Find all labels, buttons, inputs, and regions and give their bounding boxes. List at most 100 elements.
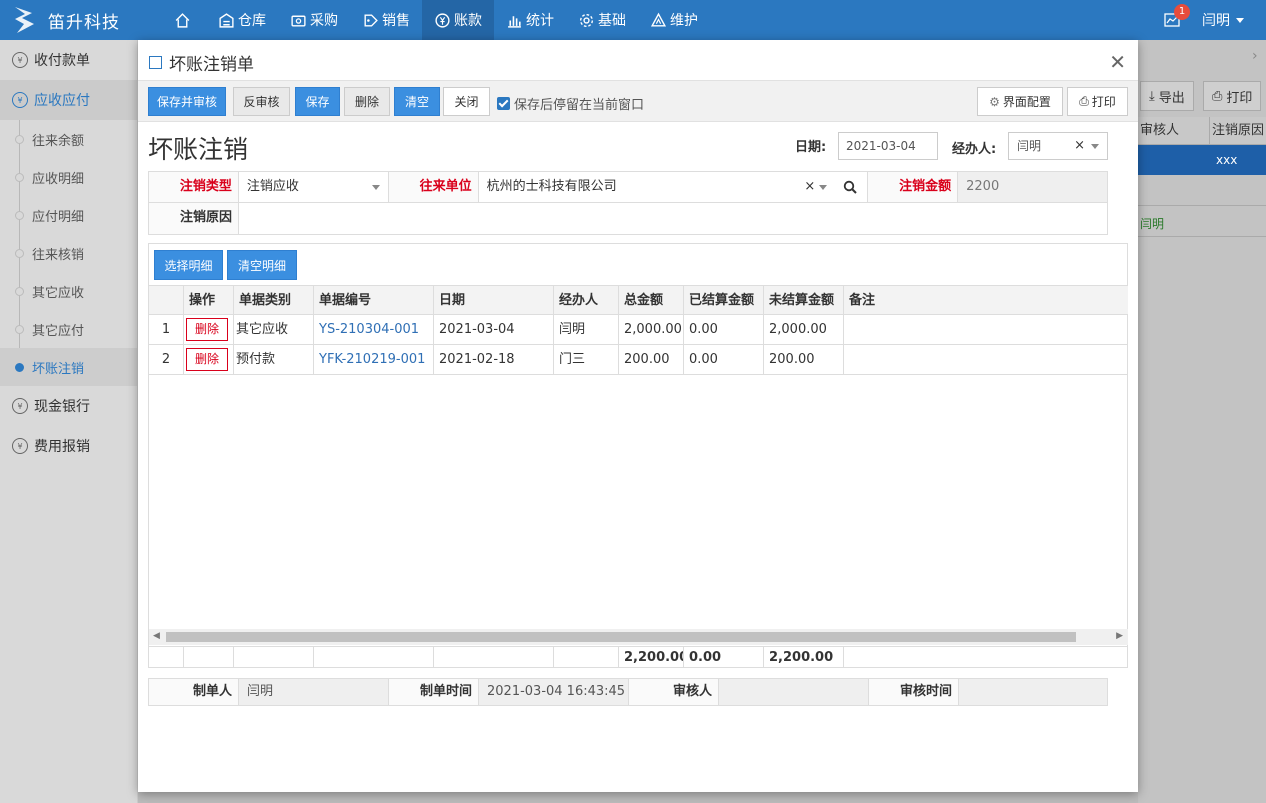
handler-select[interactable]: 闫明 × — [1008, 132, 1108, 160]
row-delete-button[interactable]: 删除 — [186, 318, 229, 341]
yen-icon: ¥ — [12, 92, 28, 108]
brand-name: 笛升科技 — [48, 12, 120, 33]
nav-statistics[interactable]: 统计 — [494, 0, 566, 40]
sidebar-sub-writeoff[interactable]: 往来核销 — [0, 234, 137, 272]
detail-table: 操作 单据类别 单据编号 日期 经办人 总金额 已结算金额 未结算金额 备注 1… — [149, 285, 1128, 375]
nav-basic[interactable]: 基础 — [566, 0, 638, 40]
make-time-label: 制单时间 — [389, 679, 479, 705]
doc-code-link[interactable]: YS-210304-001 — [314, 315, 434, 344]
type-label: 注销类型 — [149, 172, 239, 202]
nav-purchase[interactable]: 采购 — [278, 0, 350, 40]
scroll-right-icon[interactable]: ▶ — [1116, 631, 1123, 641]
ui-config-button[interactable]: ⚙ 界面配置 — [977, 87, 1063, 116]
clear-x-icon[interactable]: × — [804, 172, 815, 202]
sidebar-sub-other-receivable[interactable]: 其它应收 — [0, 272, 137, 310]
user-name: 闫明 — [1202, 13, 1230, 29]
sidebar-item-receipts[interactable]: ¥ 收付款单 — [0, 40, 137, 80]
notification-button[interactable]: 1 — [1152, 0, 1192, 40]
yen-icon: ¥ — [12, 398, 28, 414]
sidebar-sub-other-payable[interactable]: 其它应付 — [0, 310, 137, 348]
caret-down-icon — [371, 185, 380, 190]
gear-icon: ⚙ — [989, 94, 1000, 109]
window-icon — [149, 56, 162, 69]
sidebar-item-cash-bank[interactable]: ¥ 现金银行 — [0, 386, 137, 426]
table-row[interactable]: 2 删除 预付款 YFK-210219-001 2021-02-18 门三 20… — [149, 345, 1128, 375]
handler-label: 经办人: — [952, 142, 997, 157]
stay-window-checkbox[interactable]: 保存后停留在当前窗口 — [497, 94, 644, 113]
doc-code-link[interactable]: YFK-210219-001 — [314, 345, 434, 374]
chevron-right-icon[interactable]: › — [1252, 48, 1258, 64]
bg-row[interactable]: 闫明 — [1138, 207, 1266, 237]
sidebar: ¥ 收付款单 ¥ 应收应付 往来余额 应收明细 应付明细 往来核销 其它应收 其… — [0, 40, 138, 803]
clear-x-icon[interactable]: × — [1074, 133, 1085, 159]
type-select[interactable]: 注销应收 — [239, 172, 389, 202]
modal-title: 坏账注销单 — [149, 50, 254, 75]
bg-print-button[interactable]: ⎙ 打印 — [1203, 81, 1262, 111]
bg-col-reason: 注销原因 — [1212, 123, 1265, 138]
close-icon[interactable]: ✕ — [1109, 50, 1126, 74]
print-button[interactable]: ⎙ 打印 — [1067, 87, 1128, 116]
download-icon: ⤓ — [1149, 88, 1155, 104]
yen-icon: ¥ — [12, 52, 28, 68]
reviewer-value — [719, 679, 869, 705]
maker-value: 闫明 — [239, 679, 389, 705]
bg-col-reviewer: 审核人 — [1138, 117, 1210, 144]
table-row[interactable]: 1 删除 其它应收 YS-210304-001 2021-03-04 闫明 2,… — [149, 315, 1128, 345]
sales-icon — [364, 13, 378, 27]
home-icon — [175, 12, 190, 28]
save-button[interactable]: 保存 — [295, 87, 340, 116]
amount-label: 注销金额 — [868, 172, 959, 202]
printer-icon: ⎙ — [1079, 94, 1089, 108]
printer-icon: ⎙ — [1212, 88, 1223, 104]
date-input[interactable]: 2021-03-04 — [838, 132, 938, 160]
sidebar-sub-bad-debt[interactable]: 坏账注销 — [0, 348, 137, 386]
top-bar: 笛升科技 仓库 采购 销售 账款 统计 基础 维护 1 闫明 — [0, 0, 1266, 40]
scroll-left-icon[interactable]: ◀ — [153, 631, 160, 641]
bg-export-button[interactable]: ⤓ 导出 — [1140, 81, 1194, 111]
sidebar-item-expense[interactable]: ¥ 费用报销 — [0, 426, 137, 466]
search-icon[interactable] — [843, 180, 857, 194]
bg-selected-row[interactable]: xxx — [1138, 145, 1266, 175]
sidebar-item-receivables[interactable]: ¥ 应收应付 — [0, 80, 137, 120]
caret-down-icon — [819, 185, 828, 190]
nav-home[interactable] — [162, 0, 206, 40]
sum-total: 2,200.00 — [619, 647, 684, 668]
party-select[interactable]: 杭州的士科技有限公司 × — [479, 172, 869, 202]
detail-panel: 选择明细 清空明细 操作 单据类别 单据编号 日期 经办人 总金额 已结算金额 … — [148, 243, 1128, 668]
notification-badge: 1 — [1174, 4, 1190, 20]
nav-maintenance[interactable]: 维护 — [638, 0, 710, 40]
save-audit-button[interactable]: 保存并审核 — [148, 87, 226, 116]
user-menu[interactable]: 闫明 — [1202, 10, 1244, 30]
scrollbar-thumb[interactable] — [166, 632, 1076, 642]
reason-input[interactable] — [239, 203, 1107, 234]
clear-detail-button[interactable]: 清空明细 — [227, 250, 297, 280]
brand[interactable]: 笛升科技 — [12, 4, 120, 36]
sidebar-sub-payable-detail[interactable]: 应付明细 — [0, 196, 137, 234]
horizontal-scrollbar[interactable]: ◀ ▶ — [149, 629, 1128, 645]
sidebar-sub-balance[interactable]: 往来余额 — [0, 120, 137, 158]
row-delete-button[interactable]: 删除 — [186, 348, 229, 371]
table-header: 操作 单据类别 单据编号 日期 经办人 总金额 已结算金额 未结算金额 备注 — [149, 285, 1128, 315]
review-time-label: 审核时间 — [869, 679, 959, 705]
nav-sales[interactable]: 销售 — [350, 0, 422, 40]
sum-unsettled: 2,200.00 — [764, 647, 844, 668]
bad-debt-modal: 坏账注销单 ✕ 保存并审核 反审核 保存 删除 清空 关闭 保存后停留在当前窗口… — [138, 40, 1138, 792]
date-label: 日期: — [795, 140, 827, 155]
reason-label: 注销原因 — [149, 203, 239, 234]
maintenance-icon — [650, 12, 667, 27]
sidebar-sub-receivable-detail[interactable]: 应收明细 — [0, 158, 137, 196]
modal-toolbar: 保存并审核 反审核 保存 删除 清空 关闭 保存后停留在当前窗口 ⚙ 界面配置 … — [138, 81, 1138, 122]
nav-accounts[interactable]: 账款 — [422, 0, 494, 40]
brand-logo-icon — [15, 7, 34, 33]
close-button[interactable]: 关闭 — [443, 87, 490, 116]
clear-button[interactable]: 清空 — [394, 87, 440, 116]
bg-row[interactable] — [1138, 176, 1266, 206]
amount-value: 2200 — [958, 172, 1107, 202]
caret-down-icon — [1236, 17, 1244, 23]
nav-warehouse[interactable]: 仓库 — [206, 0, 278, 40]
caret-down-icon — [1091, 144, 1099, 149]
unaudit-button[interactable]: 反审核 — [233, 87, 290, 116]
party-label: 往来单位 — [388, 172, 479, 202]
delete-button[interactable]: 删除 — [344, 87, 390, 116]
select-detail-button[interactable]: 选择明细 — [154, 250, 223, 280]
